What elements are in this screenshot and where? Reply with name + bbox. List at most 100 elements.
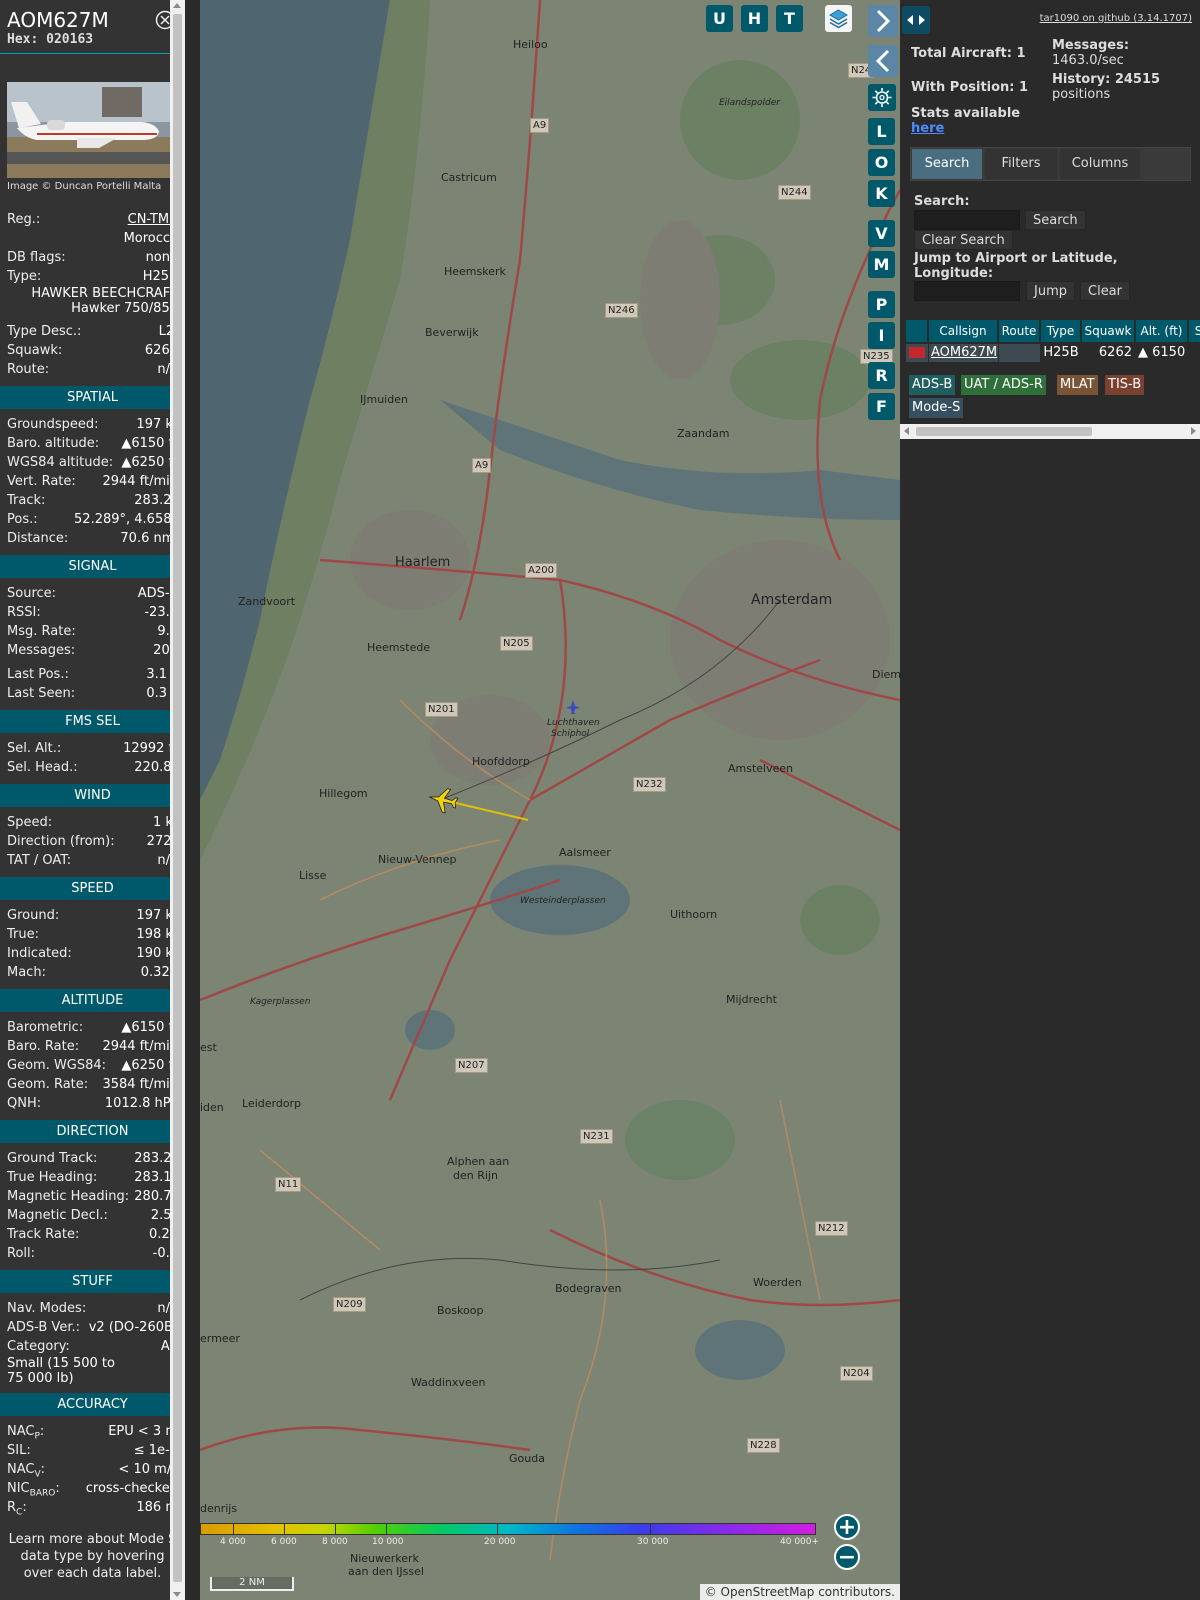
accuracy-nicbaro: NICBARO: cross-checked <box>7 1481 178 1499</box>
map-button-k[interactable]: K <box>868 180 895 207</box>
col-squawk[interactable]: Squawk <box>1082 320 1135 342</box>
table-horizontal-scrollbar[interactable] <box>900 424 1200 439</box>
map-button-t[interactable]: T <box>776 5 803 32</box>
col-altitude[interactable]: Alt. (ft) <box>1136 320 1188 342</box>
scroll-left-icon[interactable] <box>904 427 909 435</box>
road-n209: N209 <box>333 1297 366 1312</box>
jump-input[interactable] <box>914 281 1020 301</box>
expand-right-button[interactable] <box>868 5 898 37</box>
road-n212: N212 <box>815 1221 848 1236</box>
speed-mach: Mach: 0.320 <box>7 965 178 980</box>
with-position: With Position: 1 <box>911 80 1029 95</box>
map-button-p[interactable]: P <box>868 291 895 318</box>
info-panel-scrollbar[interactable] <box>170 0 185 1600</box>
spatial-distance: Distance: 70.6 nmi <box>7 531 178 546</box>
gear-icon <box>872 88 892 107</box>
chip-modes[interactable]: Mode-S <box>909 398 964 418</box>
wind-speed: Speed: 1 kt <box>7 815 178 830</box>
road-n246: N246 <box>605 303 638 318</box>
row-callsign[interactable]: AOM627M <box>929 344 998 362</box>
col-callsign[interactable]: Callsign <box>929 320 998 342</box>
map-button-l[interactable]: L <box>868 118 895 145</box>
map-label-heemstede: Heemstede <box>367 641 431 654</box>
scroll-down-icon[interactable] <box>173 1592 181 1597</box>
road-a9-north: A9 <box>530 118 550 133</box>
col-route[interactable]: Route <box>999 320 1040 342</box>
tab-search[interactable]: Search <box>912 149 982 179</box>
map-label-nieuw-vennep: Nieuw-Vennep <box>378 853 457 866</box>
map-button-i[interactable]: I <box>868 322 895 349</box>
map-label-bodegraven: Bodegraven <box>555 1282 622 1295</box>
chip-uat[interactable]: UAT / ADS-R <box>961 375 1046 395</box>
spatial-track: Track: 283.2° <box>7 493 178 508</box>
section-wind: WIND <box>0 784 185 807</box>
map-label-schiphol: Schiphol <box>551 729 590 739</box>
morocco-flag-icon <box>909 347 925 358</box>
jump-button[interactable]: Jump <box>1026 281 1075 301</box>
map-button-h[interactable]: H <box>741 5 768 32</box>
map-button-v[interactable]: V <box>868 220 895 247</box>
map-attribution[interactable]: © OpenStreetMap contributors. <box>699 1584 900 1600</box>
direction-magnetic-decl: Magnetic Decl.: 2.5° <box>7 1208 178 1223</box>
road-n204: N204 <box>840 1366 873 1381</box>
selected-callsign: AOM627M <box>7 8 109 32</box>
map-label-zaandam: Zaandam <box>677 427 730 440</box>
map-label-den-rijn: den Rijn <box>453 1169 498 1182</box>
sidebar-toggle-button[interactable] <box>902 6 930 34</box>
scroll-right-icon[interactable] <box>1191 427 1196 435</box>
map-label-hoofddorp: Hoofddorp <box>472 755 530 768</box>
aircraft-track-line <box>442 799 529 821</box>
zoom-in-button[interactable]: + <box>834 1514 860 1540</box>
map-button-r[interactable]: R <box>868 362 895 389</box>
speed-true: True: 198 kt <box>7 927 178 942</box>
col-flag[interactable] <box>906 320 928 342</box>
map-button-o[interactable]: O <box>868 149 895 176</box>
tab-columns[interactable]: Columns <box>1060 149 1140 179</box>
tab-filters[interactable]: Filters <box>985 149 1057 179</box>
scrollbar-thumb[interactable] <box>916 427 1092 436</box>
map-label-lisse: Lisse <box>299 869 327 882</box>
info-row-country: Morocco <box>123 231 178 246</box>
section-altitude: ALTITUDE <box>0 989 185 1012</box>
info-row-route: Route: n/a <box>7 362 178 377</box>
scale-tick <box>497 1523 498 1535</box>
search-button[interactable]: Search <box>1025 210 1086 230</box>
map-button-u[interactable]: U <box>706 5 733 32</box>
category-description: Small (15 500 to 75 000 lb) <box>7 1356 115 1386</box>
scrollbar-thumb[interactable] <box>173 14 182 1582</box>
map-view[interactable]: Heiloo Castricum Heemskerk Beverwijk IJm… <box>200 0 900 1600</box>
direction-ground-track: Ground Track: 283.2° <box>7 1151 178 1166</box>
altitude-barometric: Barometric: ▲6150 ft <box>7 1020 178 1035</box>
accuracy-rc: RC: 186 m <box>7 1500 178 1518</box>
col-type[interactable]: Type <box>1041 320 1081 342</box>
map-button-m[interactable]: M <box>868 251 895 278</box>
clear-search-button[interactable]: Clear Search <box>914 230 1013 250</box>
zoom-out-button[interactable]: − <box>834 1544 860 1570</box>
spatial-groundspeed: Groundspeed: 197 kt <box>7 417 178 432</box>
collapse-left-button[interactable] <box>868 45 898 77</box>
map-label-kagerplassen: Kagerplassen <box>250 997 311 1007</box>
jump-label: Jump to Airport or Latitude, Longitude: <box>914 251 1118 281</box>
map-label-castricum: Castricum <box>441 171 497 184</box>
col-speed[interactable]: S <box>1189 320 1200 342</box>
chip-tisb[interactable]: TIS-B <box>1105 375 1145 395</box>
stats-here-link[interactable]: here <box>911 121 944 136</box>
layers-button[interactable] <box>825 5 852 32</box>
clear-jump-button[interactable]: Clear <box>1080 281 1130 301</box>
scroll-up-icon[interactable] <box>173 3 181 8</box>
map-label-moordrecht-fragment: denrijs <box>200 1502 238 1515</box>
map-label-amstelveen: Amstelveen <box>728 762 794 775</box>
signal-rssi: RSSI: -23.7 <box>7 605 178 620</box>
info-row-reg: Reg.: CN-TMB <box>7 212 178 227</box>
section-stuff: STUFF <box>0 1270 185 1293</box>
road-n201: N201 <box>425 702 458 717</box>
chip-adsb[interactable]: ADS-B <box>909 375 956 395</box>
map-button-f[interactable]: F <box>868 393 895 420</box>
search-input[interactable] <box>914 210 1020 230</box>
road-n228: N228 <box>747 1438 780 1453</box>
image-credit: Image © Duncan Portelli Malta <box>7 181 162 192</box>
chip-mlat[interactable]: MLAT <box>1057 375 1098 395</box>
github-link[interactable]: tar1090 on github (3.14.1707) <box>1040 13 1192 24</box>
aircraft-photo[interactable] <box>7 82 178 178</box>
settings-button[interactable] <box>868 84 896 111</box>
